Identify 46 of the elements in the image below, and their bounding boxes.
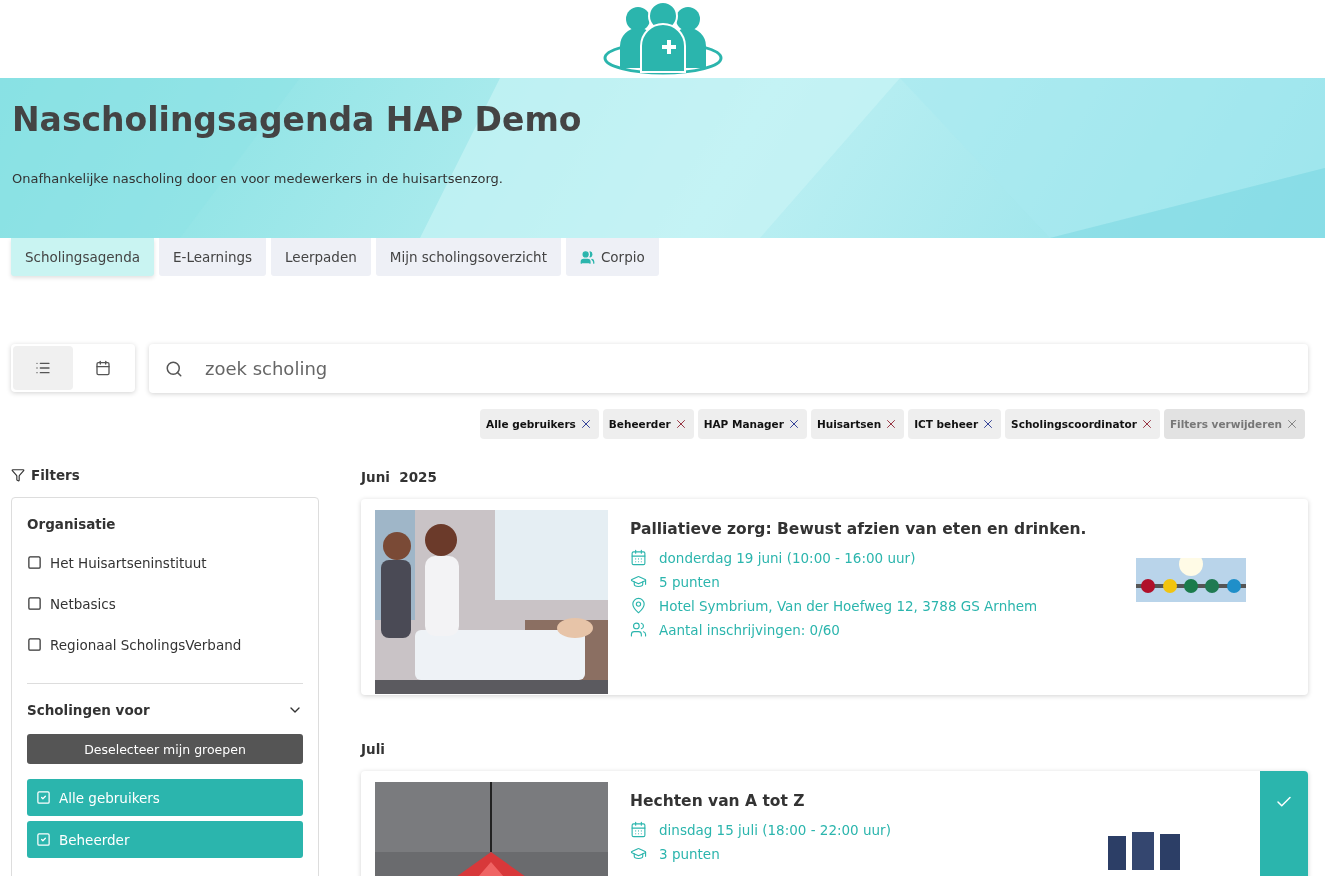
month-heading: Juni 2025: [361, 469, 438, 485]
list-icon: [35, 360, 51, 376]
event-title: Palliatieve zorg: Bewust afzien van eten en drinken.: [630, 520, 1088, 538]
event-detail: Aantal inschrijvingen: 0/60: [659, 621, 840, 638]
filter-chip[interactable]: Scholingscoordinator: [1005, 409, 1160, 439]
nav-tab[interactable]: E-Learnings: [159, 238, 267, 276]
filter-chip[interactable]: ICT beheer: [908, 409, 1002, 439]
nav-tab[interactable]: Leerpaden: [271, 238, 371, 276]
event-title: Hechten van A tot Z: [630, 792, 806, 810]
checkbox-label: Netbasics: [50, 595, 116, 612]
filter-chip[interactable]: Huisartsen: [810, 409, 905, 439]
filter-icon: [11, 468, 25, 482]
page-title: Nascholingsagenda HAP Demo: [12, 100, 583, 139]
nav-tab[interactable]: Mijn scholingsoverzicht: [375, 238, 561, 276]
event-card[interactable]: Hechten van A tot Z dinsdag 15 juli (18:00 - 22:00 uur) 3 punten: [361, 771, 1308, 876]
search-icon: [165, 359, 183, 378]
filter-chip[interactable]: HAP Manager: [697, 409, 807, 439]
calendar-icon: [630, 821, 647, 838]
graduation-cap-icon: [630, 573, 647, 590]
checkbox[interactable]: [27, 596, 42, 611]
event-detail: 3 punten: [659, 845, 720, 862]
event-detail: 5 punten: [659, 573, 720, 590]
filter-chip[interactable]: Beheerder: [602, 409, 694, 439]
checkbox[interactable]: [27, 637, 42, 652]
month-heading: Juli: [361, 741, 386, 757]
section-title: Scholingen voor: [27, 702, 150, 718]
calendar-icon: [630, 549, 647, 566]
checkbox-label: Het Huisartseninstituut: [50, 554, 207, 571]
calendar-icon: [95, 360, 111, 376]
close-icon: [1285, 417, 1299, 431]
deselect-button[interactable]: Deselecteer mijn groepen: [27, 734, 303, 764]
nav-tab[interactable]: Corpio: [565, 238, 659, 276]
map-pin-icon: [630, 597, 647, 614]
filter-chip[interactable]: Alle gebruikers: [480, 409, 599, 439]
event-detail: donderdag 19 juni (10:00 - 16:00 uur): [659, 549, 916, 566]
filters-heading: Filters: [31, 467, 80, 483]
checkbox[interactable]: [27, 555, 42, 570]
event-detail: Hotel Symbrium, Van der Hoefweg 12, 3788 GS Arnhem: [659, 597, 1038, 614]
checkbox-label: Regionaal ScholingsVerband: [50, 636, 242, 653]
nav-tab[interactable]: Scholingsagenda: [11, 238, 154, 276]
section-title: Organisatie: [27, 516, 116, 532]
page-subtitle: Onafhankelijke nascholing door en voor medewerkers in de huisartsenzorg.: [12, 171, 504, 186]
event-card[interactable]: Palliatieve zorg: Bewust afzien van eten en drinken. donderdag 19 juni (10:00 - 16:00 uur) 5 punten Hotel Symbrium, Van der Hoefweg 12, 3788 GS Arnhem Aantal inschrijvingen: 0/60: [361, 499, 1308, 695]
people-icon: [630, 621, 647, 638]
graduation-cap-icon: [630, 845, 647, 862]
event-detail: dinsdag 15 juli (18:00 - 22:00 uur): [659, 821, 891, 838]
